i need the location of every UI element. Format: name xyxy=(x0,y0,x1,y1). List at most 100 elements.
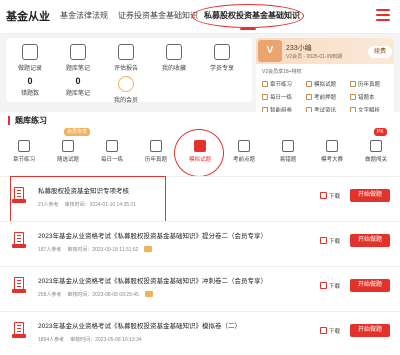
report-icon xyxy=(118,44,134,60)
exam-title[interactable]: 2023年基金从业资格考试《私募股权投资基金基础知识》模拟卷（二） xyxy=(38,320,241,330)
cat-label: 做题闯关 xyxy=(364,157,387,163)
shortcut-favorites[interactable]: 我的收藏 xyxy=(152,44,196,72)
vip-feature[interactable]: 历年真题 xyxy=(350,80,380,88)
vip-username: 233小编 xyxy=(286,45,312,52)
cat-contest[interactable]: 模考大赛 xyxy=(312,140,352,163)
highlight-box xyxy=(10,176,166,224)
wrong-count[interactable]: 0 错题数 xyxy=(8,76,52,97)
cat-label: 章节练习 xyxy=(12,157,35,163)
cat-random[interactable]: 随选试题 xyxy=(48,140,88,163)
participants: 258人参考 xyxy=(38,292,62,298)
note-icon xyxy=(70,44,86,60)
top-tab-bar: 基金从业 ▼ 基金法律法规 证券投资基金基础知识 私募股权投资基金基础知识 xyxy=(0,0,400,34)
shortcut-label: 题库笔记 xyxy=(65,66,90,72)
start-button[interactable]: 开始做题 xyxy=(350,189,390,202)
download-button[interactable]: 下载 xyxy=(320,327,340,335)
cat-label: 模考大赛 xyxy=(320,157,343,163)
notes-count-label: 题库笔记 xyxy=(65,91,90,97)
cat-past[interactable]: 历年真题 xyxy=(136,140,176,163)
vip-feature[interactable]: 考前押题 xyxy=(306,93,336,101)
section-title: 题库练习 xyxy=(8,116,47,125)
start-button[interactable]: 开始做题 xyxy=(350,279,390,292)
tab-fund-law[interactable]: 基金法律法规 xyxy=(60,10,108,21)
star-icon xyxy=(166,44,182,60)
notes-count[interactable]: 0 题库笔记 xyxy=(56,76,100,97)
exam-row[interactable]: 2023年基金从业资格考试《私募股权投资基金基础知识》冲刺卷二（会员专享） 25… xyxy=(0,266,400,310)
cat-chapter[interactable]: 章节练习 xyxy=(4,140,44,163)
cat-challenge[interactable]: 做题闯关 xyxy=(356,140,396,163)
vip-feature[interactable]: 错题本 xyxy=(350,93,375,101)
notes-count-value: 0 xyxy=(75,76,81,86)
download-button[interactable]: 下载 xyxy=(320,282,340,290)
user-icon xyxy=(214,44,230,60)
shortcut-label: 做题记录 xyxy=(17,66,42,72)
review-time: 审核时间：2023-09-18 11:31:52 xyxy=(67,247,139,253)
exam-meta: 187人参考 审核时间：2023-09-18 11:31:52 xyxy=(38,246,158,253)
target-icon xyxy=(238,140,250,152)
cat-error[interactable]: 易错题 xyxy=(268,140,308,163)
vip-icon xyxy=(118,76,134,92)
exam-meta: 258人参考 审核时间：2023-08-08 09:29:45 xyxy=(38,291,159,298)
wrong-count-label: 错题数 xyxy=(20,91,39,97)
calendar-icon xyxy=(106,140,118,152)
download-icon xyxy=(320,327,327,334)
review-time: 审核时间：2023-05-08 10:13:34 xyxy=(70,337,142,343)
vip-feature[interactable]: 每日一练 xyxy=(262,93,292,101)
record-icon xyxy=(22,44,38,60)
flag-icon xyxy=(370,140,382,152)
page: 基金从业 ▼ 基金法律法规 证券投资基金基础知识 私募股权投资基金基础知识 做题… xyxy=(0,0,400,355)
download-button[interactable]: 下载 xyxy=(320,192,340,200)
download-icon xyxy=(320,237,327,244)
random-icon xyxy=(62,140,74,152)
shortcut-card: 做题记录 题库笔记 评估报告 我的收藏 学员专享 0 错题数 0 题库笔记 我的 xyxy=(6,38,252,104)
vip-logo: V xyxy=(258,40,282,62)
participants: 187人参考 xyxy=(38,247,62,253)
start-button[interactable]: 开始做题 xyxy=(350,234,390,247)
highlight-ellipse xyxy=(174,129,224,177)
shortcut-record[interactable]: 做题记录 xyxy=(8,44,52,72)
download-button[interactable]: 下载 xyxy=(320,237,340,245)
cat-daily[interactable]: 每日一练 xyxy=(92,140,132,163)
active-tab-indicator xyxy=(240,28,256,30)
cat-label: 每日一练 xyxy=(100,157,123,163)
tab-securities-fund[interactable]: 证券投资基金基础知识 xyxy=(118,10,198,21)
review-time: 审核时间：2023-08-08 09:29:45 xyxy=(67,292,139,298)
participants: 1894人参考 xyxy=(38,337,65,343)
past-paper-icon xyxy=(150,140,162,152)
menu-icon[interactable] xyxy=(376,9,390,21)
cat-predict[interactable]: 考前点题 xyxy=(224,140,264,163)
shortcut-label: 学员专享 xyxy=(209,66,234,72)
exam-row[interactable]: 2023年基金从业资格考试《私募股权投资基金基础知识》模拟卷（二） 1894人参… xyxy=(0,311,400,355)
my-membership-label: 我的会员 xyxy=(113,98,138,104)
vip-expiry: V2会员 - 2025-01-09到期 xyxy=(286,54,343,60)
shortcut-member[interactable]: 学员专享 xyxy=(200,44,244,72)
pk-badge: PK xyxy=(374,128,387,136)
document-icon xyxy=(12,277,26,293)
shortcut-label: 我的收藏 xyxy=(161,66,186,72)
renew-button[interactable]: 续费 xyxy=(368,46,392,58)
chevron-down-icon[interactable]: ▼ xyxy=(42,12,49,19)
vip-icon xyxy=(144,246,153,252)
vip-badge: 会员专享 xyxy=(64,128,91,136)
download-icon xyxy=(320,192,327,199)
shortcut-report[interactable]: 评估报告 xyxy=(104,44,148,72)
download-icon xyxy=(320,282,327,289)
vip-privileges: V2会员享18+特权 xyxy=(262,69,302,75)
error-icon xyxy=(282,140,294,152)
exam-row[interactable]: 2023年基金从业资格考试《私募股权投资基金基础知识》提分卷二（会员专享） 18… xyxy=(0,221,400,265)
my-membership[interactable]: 我的会员 xyxy=(104,76,148,104)
document-icon xyxy=(12,232,26,248)
start-button[interactable]: 开始做题 xyxy=(350,324,390,337)
vip-feature[interactable]: 章节练习 xyxy=(262,80,292,88)
cat-label: 随选试题 xyxy=(56,157,79,163)
shortcut-notes[interactable]: 题库笔记 xyxy=(56,44,100,72)
cat-label: 考前点题 xyxy=(232,157,255,163)
vip-feature[interactable]: 模拟试题 xyxy=(306,80,336,88)
vip-icon xyxy=(144,291,153,297)
cat-label: 历年真题 xyxy=(144,157,167,163)
exam-title[interactable]: 2023年基金从业资格考试《私募股权投资基金基础知识》冲刺卷二（会员专享） xyxy=(38,275,267,285)
document-icon xyxy=(12,322,26,338)
shortcut-label: 评估报告 xyxy=(113,66,138,72)
exam-title[interactable]: 2023年基金从业资格考试《私募股权投资基金基础知识》提分卷二（会员专享） xyxy=(38,230,267,240)
cat-label: 易错题 xyxy=(279,157,297,163)
